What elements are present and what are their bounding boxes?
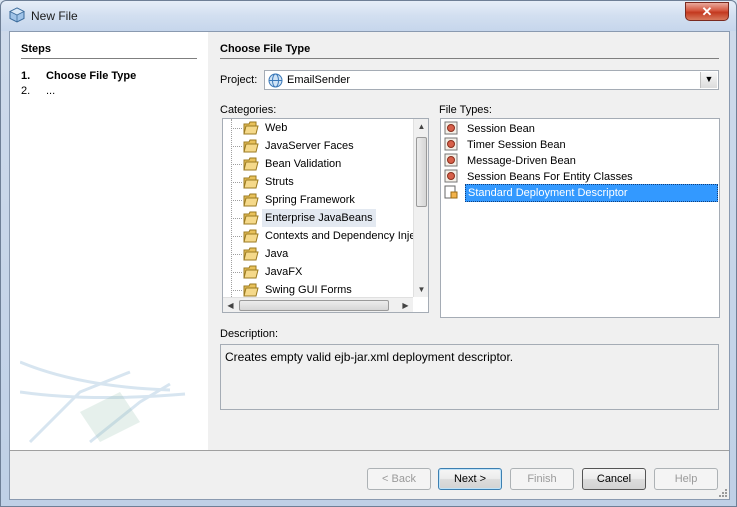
folder-icon bbox=[243, 229, 259, 243]
file-types-list[interactable]: Session Bean Timer Session Bean Message-Dr… bbox=[440, 118, 720, 318]
divider bbox=[10, 450, 729, 451]
folder-icon bbox=[243, 121, 259, 135]
vertical-scrollbar[interactable]: ▲ ▼ bbox=[413, 119, 428, 297]
tree-connector bbox=[231, 236, 242, 237]
finish-button[interactable]: Finish bbox=[510, 468, 574, 490]
category-item[interactable]: Contexts and Dependency Inje bbox=[223, 227, 416, 245]
category-item[interactable]: Bean Validation bbox=[223, 155, 413, 173]
scroll-up-icon[interactable]: ▲ bbox=[414, 119, 428, 134]
file-types-label: File Types: bbox=[439, 104, 492, 116]
file-type-item[interactable]: Standard Deployment Descriptor bbox=[441, 184, 719, 202]
category-item[interactable]: JavaServer Faces bbox=[223, 137, 413, 155]
close-button[interactable]: ✕ bbox=[685, 2, 729, 21]
category-label: Bean Validation bbox=[265, 158, 342, 170]
folder-icon bbox=[243, 265, 259, 279]
tree-connector bbox=[231, 128, 242, 129]
category-item[interactable]: Java bbox=[223, 245, 413, 263]
scrollbar-thumb[interactable] bbox=[239, 300, 389, 311]
categories-label: Categories: bbox=[220, 104, 277, 116]
scrollbar-thumb[interactable] bbox=[416, 137, 427, 207]
project-value: EmailSender bbox=[287, 74, 350, 86]
tree-connector bbox=[231, 272, 242, 273]
folder-icon bbox=[243, 175, 259, 189]
steps-panel: Steps 1. Choose File Type 2.... bbox=[10, 32, 208, 450]
scroll-right-icon[interactable]: ▶ bbox=[398, 298, 413, 312]
tree-connector bbox=[231, 290, 242, 291]
description-text: Creates empty valid ejb-jar.xml deployme… bbox=[225, 350, 514, 364]
category-item[interactable]: JavaFX bbox=[223, 263, 413, 281]
steps-heading: Steps bbox=[21, 43, 197, 59]
category-label: Web bbox=[265, 122, 288, 134]
category-item[interactable]: Enterprise JavaBeans bbox=[223, 209, 413, 227]
file-type-label: Standard Deployment Descriptor bbox=[465, 184, 718, 202]
xml-descriptor-icon bbox=[444, 185, 458, 199]
bean-icon bbox=[444, 137, 458, 151]
category-label: Struts bbox=[265, 176, 294, 188]
folder-icon bbox=[243, 193, 259, 207]
description-box: Creates empty valid ejb-jar.xml deployme… bbox=[220, 344, 719, 410]
tree-connector bbox=[231, 254, 242, 255]
category-item[interactable]: Spring Framework bbox=[223, 191, 413, 209]
page-title: Choose File Type bbox=[220, 43, 719, 59]
step-item-2: 2.... bbox=[21, 85, 55, 97]
netbeans-watermark-icon bbox=[20, 360, 186, 444]
dialog-content: Steps 1. Choose File Type 2.... Choose F… bbox=[9, 31, 730, 500]
project-select[interactable]: EmailSender ▼ bbox=[264, 70, 719, 90]
folder-icon bbox=[243, 157, 259, 171]
back-button[interactable]: < Back bbox=[367, 468, 431, 490]
tree-connector bbox=[231, 218, 242, 219]
step-number: 1. bbox=[21, 70, 31, 82]
new-file-dialog: New File ✕ Steps 1. Choose File Type 2...… bbox=[0, 0, 737, 507]
bean-icon bbox=[444, 121, 458, 135]
folder-icon bbox=[243, 139, 259, 153]
categories-tree[interactable]: Web JavaServer Faces Bean Validation Struts… bbox=[222, 118, 429, 313]
netbeans-cube-icon bbox=[9, 7, 25, 23]
scroll-down-icon[interactable]: ▼ bbox=[414, 282, 428, 297]
step-label: Choose File Type bbox=[46, 70, 137, 82]
folder-icon bbox=[243, 283, 259, 297]
step-number: 2. bbox=[21, 85, 31, 97]
category-label: Spring Framework bbox=[265, 194, 355, 206]
category-label: Contexts and Dependency Inje bbox=[265, 230, 416, 242]
tree-connector bbox=[231, 164, 242, 165]
step-item-1: 1. Choose File Type bbox=[21, 70, 136, 82]
bean-icon bbox=[444, 153, 458, 167]
category-label: Enterprise JavaBeans bbox=[262, 209, 376, 227]
project-label: Project: bbox=[220, 74, 258, 86]
step-label: ... bbox=[46, 85, 56, 97]
cancel-button[interactable]: Cancel bbox=[582, 468, 646, 490]
tree-connector bbox=[231, 182, 242, 183]
folder-icon bbox=[243, 247, 259, 261]
globe-icon bbox=[268, 73, 283, 88]
folder-icon bbox=[243, 211, 259, 225]
horizontal-scrollbar[interactable]: ◀ ▶ bbox=[223, 297, 413, 312]
scroll-left-icon[interactable]: ◀ bbox=[223, 298, 238, 312]
description-label: Description: bbox=[220, 328, 279, 340]
chevron-down-icon[interactable]: ▼ bbox=[700, 72, 717, 88]
category-label: JavaFX bbox=[265, 266, 303, 278]
file-type-panel: Choose File Type Project: EmailSender ▼ … bbox=[220, 32, 720, 450]
category-item[interactable]: Struts bbox=[223, 173, 413, 191]
close-icon: ✕ bbox=[701, 4, 713, 19]
next-button[interactable]: Next > bbox=[438, 468, 502, 490]
help-button[interactable]: Help bbox=[654, 468, 718, 490]
resize-grip-icon[interactable] bbox=[717, 487, 727, 497]
category-label: Java bbox=[265, 248, 289, 260]
tree-connector bbox=[231, 200, 242, 201]
window-title: New File bbox=[31, 9, 78, 23]
title-bar[interactable]: New File ✕ bbox=[1, 1, 736, 31]
category-label: JavaServer Faces bbox=[265, 140, 354, 152]
bean-icon bbox=[444, 169, 458, 183]
category-item[interactable]: Web bbox=[223, 119, 413, 137]
tree-connector bbox=[231, 146, 242, 147]
